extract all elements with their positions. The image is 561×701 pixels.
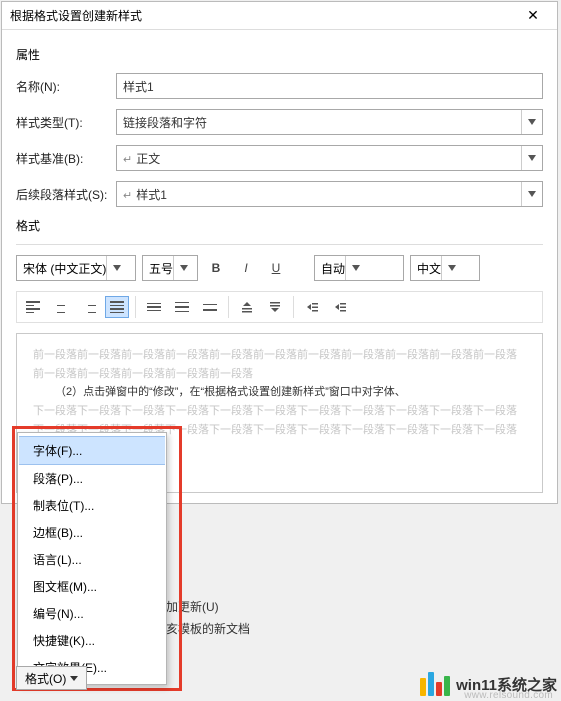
- paragraph-toolbar: [16, 291, 543, 323]
- color-combo[interactable]: 自动: [314, 255, 404, 281]
- align-right-button[interactable]: [77, 296, 101, 318]
- underline-button[interactable]: U: [264, 256, 288, 280]
- lang-combo[interactable]: 中文: [410, 255, 480, 281]
- chevron-down-icon: [106, 256, 126, 280]
- chevron-down-icon: [521, 146, 541, 170]
- name-input[interactable]: [116, 73, 543, 99]
- menu-item-tabs[interactable]: 制表位(T)...: [19, 492, 165, 519]
- preview-main-text: （2）点击弹窗中的“修改”，在“根据格式设置创建新样式”窗口中对字体、: [33, 383, 406, 402]
- indent-decrease-button[interactable]: [300, 296, 324, 318]
- menu-item-shortcut[interactable]: 快捷键(K)...: [19, 627, 165, 654]
- line-spacing-2-button[interactable]: [198, 296, 222, 318]
- paragraph-icon: ↵: [123, 154, 132, 166]
- type-value: 链接段落和字符: [123, 114, 207, 131]
- align-justify-button[interactable]: [105, 296, 129, 318]
- format-heading: 格式: [16, 217, 543, 234]
- font-value: 宋体 (中文正文): [23, 260, 106, 277]
- create-style-dialog: 根据格式设置创建新样式 ✕ 属性 名称(N): 样式类型(T): 链接段落和字符…: [1, 1, 558, 504]
- bold-button[interactable]: B: [204, 256, 228, 280]
- menu-item-language[interactable]: 语言(L)...: [19, 546, 165, 573]
- separator: [228, 296, 229, 318]
- line-spacing-15-button[interactable]: [170, 296, 194, 318]
- type-select[interactable]: 链接段落和字符: [116, 109, 543, 135]
- size-combo[interactable]: 五号: [142, 255, 198, 281]
- menu-item-frame[interactable]: 图文框(M)...: [19, 573, 165, 600]
- chevron-down-icon: [521, 182, 541, 206]
- watermark: win11系统之家: [420, 672, 557, 696]
- chevron-down-icon: [70, 676, 78, 681]
- font-combo[interactable]: 宋体 (中文正文): [16, 255, 136, 281]
- menu-item-numbering[interactable]: 编号(N)...: [19, 600, 165, 627]
- chevron-down-icon: [521, 110, 541, 134]
- follow-value: 样式1: [136, 188, 167, 202]
- chevron-down-icon: [441, 256, 461, 280]
- chevron-down-icon: [173, 256, 193, 280]
- separator: [293, 296, 294, 318]
- format-toolbar: 宋体 (中文正文) 五号 B I U 自动 中文: [16, 255, 543, 281]
- space-before-inc-button[interactable]: [235, 296, 259, 318]
- close-icon[interactable]: ✕: [517, 7, 549, 24]
- line-spacing-1-button[interactable]: [142, 296, 166, 318]
- space-before-dec-button[interactable]: [263, 296, 287, 318]
- chevron-down-icon: [345, 256, 365, 280]
- follow-label: 后续段落样式(S):: [16, 186, 116, 203]
- follow-select[interactable]: ↵ 样式1: [116, 181, 543, 207]
- separator: [16, 244, 543, 245]
- italic-button[interactable]: I: [234, 256, 258, 280]
- lang-value: 中文: [417, 260, 441, 277]
- format-button-label: 格式(O): [25, 670, 66, 687]
- name-label: 名称(N):: [16, 78, 116, 95]
- base-label: 样式基准(B):: [16, 150, 116, 167]
- watermark-logo-icon: [420, 672, 450, 696]
- indent-increase-button[interactable]: [328, 296, 352, 318]
- size-value: 五号: [149, 260, 173, 277]
- preview-before-text: 前一段落前一段落前一段落前一段落前一段落前一段落前一段落前一段落前一段落前一段落…: [33, 349, 517, 380]
- separator: [135, 296, 136, 318]
- base-select[interactable]: ↵ 正文: [116, 145, 543, 171]
- align-left-button[interactable]: [21, 296, 45, 318]
- titlebar: 根据格式设置创建新样式 ✕: [2, 2, 557, 30]
- color-value: 自动: [321, 260, 345, 277]
- partial-options-text: 加更新(U) 亥模板的新文档: [166, 596, 250, 640]
- dialog-title: 根据格式设置创建新样式: [10, 7, 142, 24]
- type-label: 样式类型(T):: [16, 114, 116, 131]
- format-button[interactable]: 格式(O): [16, 666, 87, 690]
- paragraph-icon: ↵: [123, 190, 132, 202]
- watermark-brand: win11系统之家: [456, 674, 557, 695]
- format-menu: 字体(F)... 段落(P)... 制表位(T)... 边框(B)... 语言(…: [17, 432, 167, 685]
- base-value: 正文: [136, 152, 160, 166]
- menu-item-paragraph[interactable]: 段落(P)...: [19, 465, 165, 492]
- menu-item-border[interactable]: 边框(B)...: [19, 519, 165, 546]
- menu-item-font[interactable]: 字体(F)...: [19, 436, 165, 465]
- attributes-heading: 属性: [16, 46, 543, 63]
- align-center-button[interactable]: [49, 296, 73, 318]
